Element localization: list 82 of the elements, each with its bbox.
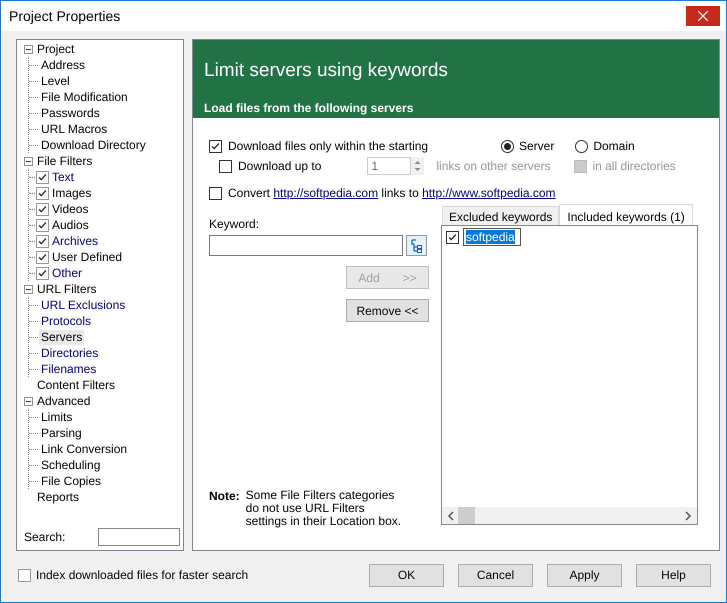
scroll-right-icon[interactable] <box>685 510 692 520</box>
tree-item[interactable]: Videos <box>50 202 90 216</box>
tree-item[interactable]: Filenames <box>39 362 98 376</box>
scroll-thumb[interactable] <box>458 507 475 524</box>
note-text: Some File Filters categories do not use URL Filters settings in their Location box. <box>246 489 402 528</box>
dialog-button[interactable]: Apply <box>547 564 622 586</box>
checkbox[interactable] <box>209 140 222 152</box>
close-icon <box>698 11 708 21</box>
field-label: Keyword: <box>209 217 260 231</box>
tree-item[interactable]: URL Exclusions <box>39 298 128 312</box>
tree-item[interactable]: Content Filters <box>35 378 118 392</box>
tree-item[interactable]: Servers <box>39 330 84 344</box>
checkbox[interactable] <box>36 250 49 264</box>
checkbox[interactable] <box>36 218 49 232</box>
keyword-item[interactable]: softpedia <box>463 228 521 246</box>
checkbox[interactable] <box>36 186 49 200</box>
tree-item[interactable]: Archives <box>50 234 100 248</box>
radio-label: Server <box>519 139 554 153</box>
tree-item[interactable]: Download Directory <box>39 138 148 152</box>
tree-item[interactable]: Protocols <box>39 314 94 328</box>
tree-item[interactable]: File Modification <box>39 90 130 104</box>
link[interactable]: http://softpedia.com <box>273 186 378 200</box>
tree-item[interactable]: Reports <box>35 490 82 504</box>
checkbox[interactable] <box>209 186 222 200</box>
tree-item[interactable]: File Filters <box>35 154 94 168</box>
checkbox[interactable] <box>36 202 49 216</box>
dialog-button[interactable]: Help <box>636 564 711 586</box>
checkbox-label: Index downloaded files for faster search <box>36 568 248 582</box>
page-heading: Limit servers using keywords <box>203 59 449 82</box>
spinner-icon[interactable] <box>411 157 424 175</box>
radio-button[interactable] <box>575 140 588 152</box>
link[interactable]: http://www.softpedia.com <box>422 186 556 200</box>
scrollbar[interactable] <box>442 507 697 524</box>
collapse-icon[interactable] <box>24 284 33 294</box>
tree-item[interactable]: File Copies <box>39 474 104 488</box>
section-heading: Load files from the following servers <box>203 101 414 117</box>
tree-button[interactable] <box>406 235 427 256</box>
tree-item[interactable]: Directories <box>39 346 100 360</box>
checkbox[interactable] <box>36 266 49 280</box>
search-field[interactable] <box>98 528 180 546</box>
radio-label: Domain <box>593 139 635 153</box>
tree-item[interactable]: Audios <box>50 218 91 232</box>
checkbox-label: in all directories <box>592 159 676 173</box>
tree-item[interactable]: User Defined <box>50 250 124 264</box>
search-label: Search: <box>24 530 66 544</box>
checkbox-label: Convert http://softpedia.com links to http://www.softpedia.com <box>228 186 556 200</box>
keyword-field[interactable] <box>209 235 404 256</box>
checkbox-label: Download files only within the starting <box>228 139 430 153</box>
collapse-icon[interactable] <box>24 156 33 166</box>
tree-icon <box>410 238 423 252</box>
note-label: Note: <box>209 489 240 505</box>
tree-item[interactable]: Level <box>39 74 72 88</box>
tree-item[interactable]: Images <box>50 186 94 200</box>
checkbox[interactable] <box>36 234 49 248</box>
checkbox[interactable] <box>18 568 31 582</box>
tree-item[interactable]: URL Macros <box>39 122 110 136</box>
tree-item[interactable]: Advanced <box>35 394 92 408</box>
tree-item[interactable]: Limits <box>39 410 74 424</box>
close-button[interactable] <box>686 6 720 26</box>
tree-item[interactable]: Link Conversion <box>39 442 130 456</box>
tree-item[interactable]: Text <box>50 170 76 184</box>
tree-item[interactable]: Passwords <box>39 106 102 120</box>
tab[interactable]: Excluded keywords <box>442 206 560 225</box>
checkbox[interactable] <box>36 170 49 184</box>
window-title: Project Properties <box>8 8 120 24</box>
collapse-icon[interactable] <box>24 44 33 54</box>
tree-item[interactable]: Address <box>39 58 88 72</box>
tree-item[interactable]: URL Filters <box>35 282 99 296</box>
radio-button[interactable] <box>501 140 514 152</box>
dialog-button[interactable]: OK <box>369 564 444 586</box>
remove-button[interactable]: Remove << <box>346 299 429 322</box>
field-suffix: links on other servers <box>436 159 550 173</box>
tree-item[interactable]: Other <box>50 266 84 280</box>
checkbox-label: Download up to <box>238 159 322 173</box>
tree-item[interactable]: Parsing <box>39 426 84 440</box>
dialog-button[interactable]: Cancel <box>458 564 533 586</box>
collapse-icon[interactable] <box>24 396 33 406</box>
checkbox[interactable] <box>446 230 459 244</box>
tree-item[interactable]: Scheduling <box>39 458 102 472</box>
tree-item[interactable]: Project <box>35 42 76 56</box>
scroll-left-icon[interactable] <box>447 510 454 520</box>
tab[interactable]: Included keywords (1) <box>559 204 693 225</box>
